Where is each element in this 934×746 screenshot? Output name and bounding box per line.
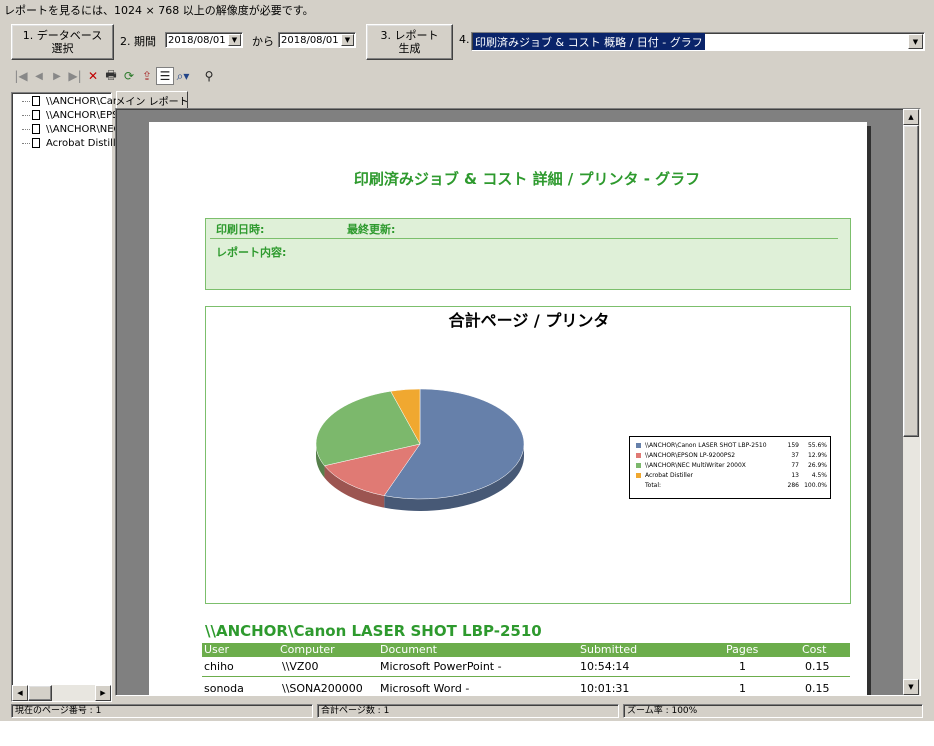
search-icon[interactable]: ⚲ — [200, 67, 218, 85]
tree-item[interactable]: \\ANCHOR\Canon — [12, 94, 132, 108]
to-date-picker[interactable]: 2018/08/01 ▼ — [278, 32, 356, 48]
from-date-picker[interactable]: 2018/08/01 ▼ — [165, 32, 243, 48]
legend-value: 13 — [791, 471, 799, 479]
legend-item: \\ANCHOR\EPSON LP-9200PS2 37 12.9% — [636, 450, 830, 460]
section-title: \\ANCHOR\Canon LASER SHOT LBP-2510 — [205, 622, 542, 640]
export-icon[interactable]: ⇪ — [138, 67, 156, 85]
legend-percent: 26.9% — [807, 461, 827, 469]
resolution-notice: レポートを見るには、1024 × 768 以上の解像度が必要です。 — [4, 4, 314, 17]
tree-list: \\ANCHOR\Canon \\ANCHOR\EPSON \\ANCHOR\N… — [12, 93, 134, 150]
report-type-label: 4. — [459, 33, 470, 46]
table-row: sonoda \\SONA200000 Microsoft Word - 10:… — [204, 682, 830, 695]
print-date-label: 印刷日時: — [216, 223, 265, 236]
close-icon[interactable]: ✕ — [84, 67, 102, 85]
preview-toolbar: |◀ ◀ ▶ ▶| ✕ 🖶 ⟳ ⇪ ☰ ⌕▾ ⚲ — [12, 67, 218, 85]
legend-rows: \\ANCHOR\Canon LASER SHOT LBP-2510 159 55.… — [636, 440, 830, 480]
last-update-label: 最終更新: — [347, 223, 396, 236]
next-page-icon[interactable]: ▶ — [48, 67, 66, 85]
report-title: 印刷済みジョブ & コスト 詳細 / プリンタ - グラフ — [353, 170, 701, 188]
group-tree: \\ANCHOR\Canon \\ANCHOR\EPSON \\ANCHOR\N… — [11, 92, 134, 702]
legend-label: \\ANCHOR\NEC MultiWriter 2000X — [645, 461, 746, 469]
window-bottom-area — [0, 721, 934, 746]
chart-legend: \\ANCHOR\Canon LASER SHOT LBP-2510 159 55.… — [629, 436, 831, 499]
legend-label: \\ANCHOR\Canon LASER SHOT LBP-2510 — [645, 441, 767, 449]
legend-percent: 12.9% — [807, 451, 827, 459]
legend-value: 77 — [791, 461, 799, 469]
tree-item[interactable]: \\ANCHOR\EPSON — [12, 108, 134, 122]
scroll-thumb[interactable] — [903, 125, 919, 437]
column-header: Submitted — [580, 643, 638, 656]
legend-value: 37 — [791, 451, 799, 459]
tree-hscrollbar[interactable]: ◀ ▶ — [12, 685, 111, 701]
generate-report-button[interactable]: 3. レポート 生成 — [366, 24, 453, 60]
table-header: User Computer Document Submitted Pages C… — [202, 643, 850, 657]
legend-item: Acrobat Distiller 13 4.5% — [636, 470, 830, 480]
tree-toggle-icon[interactable]: ☰ — [156, 67, 174, 85]
chart-box: 合計ページ / プリンタ \\ANCHOR\Canon LASER SHOT L… — [205, 306, 851, 604]
scroll-up-icon[interactable]: ▲ — [903, 109, 919, 125]
chevron-down-icon[interactable]: ▼ — [228, 34, 241, 46]
column-header: Document — [380, 643, 437, 656]
document-icon — [32, 138, 40, 148]
period-label: 2. 期間 — [120, 35, 156, 48]
legend-percent: 4.5% — [811, 471, 827, 479]
tree-item[interactable]: \\ANCHOR\NEC — [12, 122, 121, 136]
legend-total: Total: 286 100.0% — [645, 481, 827, 489]
scroll-thumb[interactable] — [28, 685, 52, 701]
prev-page-icon[interactable]: ◀ — [30, 67, 48, 85]
legend-swatch — [636, 442, 641, 448]
report-info-box: 印刷日時: 最終更新: レポート内容: — [205, 218, 851, 290]
select-database-button[interactable]: 1. データベース 選択 — [11, 24, 114, 60]
legend-value: 159 — [787, 441, 799, 449]
from-date-value: 2018/08/01 — [168, 34, 226, 46]
report-type-select[interactable]: 印刷済みジョブ & コスト 概略 / 日付 - グラフ ▼ — [471, 32, 925, 51]
status-current-page: 現在のページ番号 : 1 — [11, 704, 313, 718]
first-page-icon[interactable]: |◀ — [12, 67, 30, 85]
print-icon[interactable]: 🖶 — [102, 67, 120, 85]
zoom-icon[interactable]: ⌕▾ — [174, 67, 192, 85]
status-zoom: ズーム率 : 100% — [623, 704, 923, 718]
refresh-icon[interactable]: ⟳ — [120, 67, 138, 85]
chevron-down-icon[interactable]: ▼ — [341, 34, 354, 46]
scroll-right-icon[interactable]: ▶ — [95, 685, 111, 701]
tree-item[interactable]: Acrobat Distiller — [12, 136, 126, 150]
chevron-down-icon[interactable]: ▼ — [908, 34, 923, 49]
table-row: chiho \\VZ00 Microsoft PowerPoint - 10:5… — [202, 659, 850, 677]
divider — [210, 238, 838, 239]
legend-swatch — [636, 452, 641, 458]
document-icon — [32, 124, 40, 134]
report-viewer: 印刷済みジョブ & コスト 詳細 / プリンタ - グラフ 印刷日時: 最終更新… — [115, 108, 921, 696]
document-icon — [32, 110, 40, 120]
legend-label: \\ANCHOR\EPSON LP-9200PS2 — [645, 451, 736, 459]
legend-label: Acrobat Distiller — [645, 471, 693, 479]
column-header: Computer — [280, 643, 335, 656]
legend-swatch — [636, 472, 641, 478]
column-header: User — [204, 643, 230, 656]
tab-main-report[interactable]: メイン レポート — [115, 91, 189, 109]
document-icon — [32, 96, 40, 106]
legend-swatch — [636, 462, 641, 468]
legend-percent: 55.6% — [807, 441, 827, 449]
report-vscrollbar[interactable]: ▲ ▼ — [903, 109, 920, 695]
scroll-down-icon[interactable]: ▼ — [903, 679, 919, 695]
scroll-left-icon[interactable]: ◀ — [12, 685, 28, 701]
to-date-value: 2018/08/01 — [281, 34, 339, 46]
report-page: 印刷済みジョブ & コスト 詳細 / プリンタ - グラフ 印刷日時: 最終更新… — [149, 122, 867, 695]
last-page-icon[interactable]: ▶| — [66, 67, 84, 85]
report-content-label: レポート内容: — [216, 246, 287, 259]
report-type-value: 印刷済みジョブ & コスト 概略 / 日付 - グラフ — [473, 33, 705, 50]
column-header: Cost — [802, 643, 827, 656]
kara-label: から — [252, 35, 274, 48]
column-header: Pages — [726, 643, 759, 656]
status-total-pages: 合計ページ数 : 1 — [317, 704, 619, 718]
legend-item: \\ANCHOR\NEC MultiWriter 2000X 77 26.9% — [636, 460, 830, 470]
legend-item: \\ANCHOR\Canon LASER SHOT LBP-2510 159 55.… — [636, 440, 830, 450]
